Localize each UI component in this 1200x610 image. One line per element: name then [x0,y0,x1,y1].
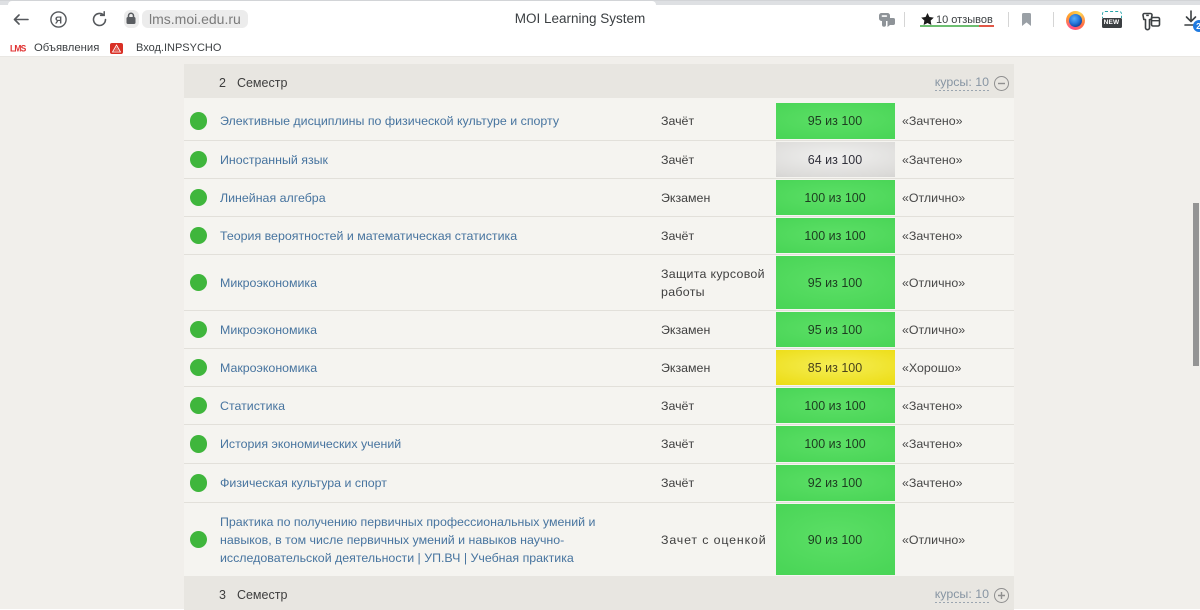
svg-text:Я: Я [55,15,62,26]
